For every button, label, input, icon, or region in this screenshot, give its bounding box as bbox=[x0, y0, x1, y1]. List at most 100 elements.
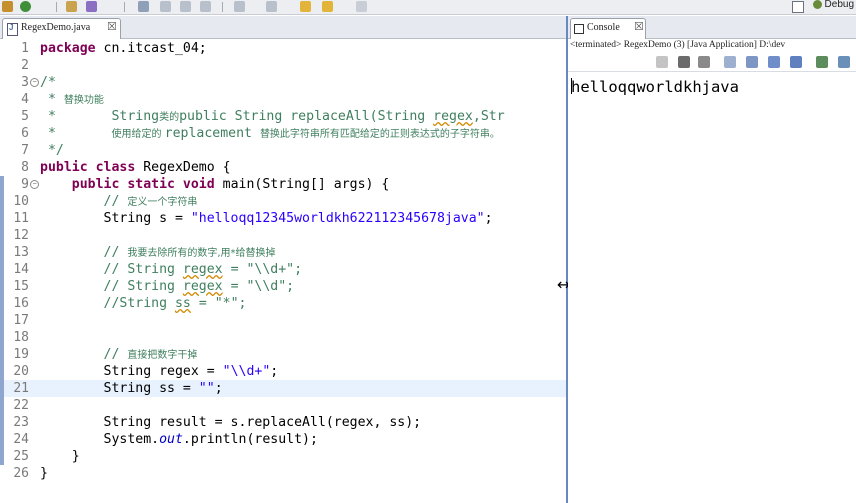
code-line[interactable]: 20 String regex = "\\d+"; bbox=[0, 363, 566, 380]
run-toolbar-icon[interactable] bbox=[20, 1, 31, 12]
code-text: */ bbox=[40, 142, 64, 159]
previous-annotation-icon[interactable] bbox=[266, 1, 277, 12]
code-token: regex bbox=[182, 279, 223, 294]
code-text: String result = s.replaceAll(regex, ss); bbox=[40, 414, 422, 431]
code-token: ,Str bbox=[472, 109, 505, 124]
perspective-grid-icon[interactable] bbox=[792, 1, 804, 13]
code-line[interactable]: 4 * 替换功能 bbox=[0, 91, 566, 108]
tab-console[interactable]: Console ☒ bbox=[570, 18, 646, 39]
code-text: String s = "helloqq12345worldkh622112345… bbox=[40, 210, 493, 227]
code-line[interactable]: 8 public class RegexDemo { bbox=[0, 159, 566, 176]
new-java-project-icon[interactable] bbox=[66, 1, 77, 12]
close-icon[interactable]: ☒ bbox=[634, 20, 644, 33]
code-line[interactable]: 11 String s = "helloqq12345worldkh622112… bbox=[0, 210, 566, 227]
code-token: RegexDemo { bbox=[135, 160, 231, 175]
remove-all-terminated-icon[interactable] bbox=[698, 56, 710, 68]
code-line[interactable]: 24 System.out.println(result); bbox=[0, 431, 566, 448]
code-text: // 我要去除所有的数字,用*给替换掉 bbox=[40, 244, 276, 262]
code-line[interactable]: 7 */ bbox=[0, 142, 566, 159]
code-line[interactable]: 14 // String regex = "\\d+"; bbox=[0, 261, 566, 278]
code-line[interactable]: 12 bbox=[0, 227, 566, 244]
code-line[interactable]: 6 * 使用给定的 replacement 替换此字符串所有匹配给定的正则表达式… bbox=[0, 125, 566, 142]
clear-console-icon[interactable] bbox=[724, 56, 736, 68]
close-icon[interactable]: ☒ bbox=[107, 20, 117, 33]
display-console-icon[interactable] bbox=[838, 56, 850, 68]
open-console-icon[interactable] bbox=[816, 56, 828, 68]
code-token: regex bbox=[433, 109, 473, 124]
code-token: public static void bbox=[71, 177, 215, 192]
code-token: // String bbox=[40, 262, 183, 277]
code-token: = "\\d+"; bbox=[222, 262, 303, 277]
forward-arrow-icon[interactable] bbox=[322, 1, 333, 12]
line-number: 13 bbox=[13, 245, 29, 260]
console-output[interactable]: helloqqworldkhjava bbox=[571, 78, 739, 96]
java-editor: RegexDemo.java ☒ 1 package cn.itcast_04; 2… bbox=[0, 16, 566, 503]
tab-regexdemo-java[interactable]: RegexDemo.java ☒ bbox=[2, 18, 121, 39]
code-line[interactable]: 18 bbox=[0, 329, 566, 346]
line-number: 8 bbox=[21, 160, 29, 175]
open-type-icon[interactable] bbox=[160, 1, 171, 12]
line-number: 23 bbox=[13, 415, 29, 430]
code-token: 类的 bbox=[159, 112, 180, 123]
pin-console-icon[interactable] bbox=[790, 56, 802, 68]
line-number: 6 bbox=[21, 126, 29, 141]
navigate-icon[interactable] bbox=[356, 1, 367, 12]
line-number: 24 bbox=[13, 432, 29, 447]
back-arrow-icon[interactable] bbox=[300, 1, 311, 12]
line-number: 16 bbox=[13, 296, 29, 311]
code-text: /* bbox=[40, 74, 56, 91]
code-line[interactable]: 25 } bbox=[0, 448, 566, 465]
code-text: // 直接把数字干掉 bbox=[40, 346, 198, 364]
code-area[interactable]: 1 package cn.itcast_04; 2 3−/* 4 * 替换功能 5 * S… bbox=[0, 40, 566, 503]
code-line[interactable]: 1 package cn.itcast_04; bbox=[0, 40, 566, 57]
code-line[interactable]: 9− public static void main(String[] args… bbox=[0, 176, 566, 193]
code-text: // 定义一个字符串 bbox=[40, 193, 198, 211]
code-line[interactable]: 19 // 直接把数字干掉 bbox=[0, 346, 566, 363]
code-text: String regex = "\\d+"; bbox=[40, 363, 279, 380]
line-number: 1 bbox=[21, 41, 29, 56]
code-line[interactable]: 21 String ss = ""; bbox=[0, 380, 566, 397]
scroll-lock-icon[interactable] bbox=[746, 56, 758, 68]
code-token: "\\d+" bbox=[222, 364, 271, 379]
next-annotation-icon[interactable] bbox=[234, 1, 245, 12]
code-token: = "*"; bbox=[190, 296, 247, 311]
code-token: String ss = bbox=[40, 381, 199, 396]
code-line[interactable]: 26} bbox=[0, 465, 566, 482]
line-number: 22 bbox=[13, 398, 29, 413]
code-line[interactable]: 23 String result = s.replaceAll(regex, s… bbox=[0, 414, 566, 431]
terminate-icon[interactable] bbox=[656, 56, 668, 68]
code-line[interactable]: 13 // 我要去除所有的数字,用*给替换掉 bbox=[0, 244, 566, 261]
open-resource-icon[interactable] bbox=[180, 1, 191, 12]
code-text: System.out.println(result); bbox=[40, 431, 318, 448]
code-text: String ss = ""; bbox=[40, 380, 223, 397]
code-text: * String类的public String replaceAll(Strin… bbox=[40, 108, 505, 126]
code-token: // bbox=[40, 245, 128, 260]
code-token: /* bbox=[40, 75, 56, 90]
code-text: * 使用给定的 replacement 替换此字符串所有匹配给定的正则表达式的子… bbox=[40, 125, 500, 143]
code-token: "" bbox=[198, 381, 215, 396]
code-line[interactable]: 17 bbox=[0, 312, 566, 329]
code-line[interactable]: 5 * String类的public String replaceAll(Str… bbox=[0, 108, 566, 125]
code-line[interactable]: 3−/* bbox=[0, 74, 566, 91]
show-on-output-icon[interactable] bbox=[768, 56, 780, 68]
remove-launch-icon[interactable] bbox=[678, 56, 690, 68]
code-line[interactable]: 2 bbox=[0, 57, 566, 74]
code-line[interactable]: 16 //String ss = "*"; bbox=[0, 295, 566, 312]
code-line[interactable]: 22 bbox=[0, 397, 566, 414]
main-toolbar: Debug bbox=[0, 0, 856, 15]
code-token: 我要去除所有的数字,用*给替换掉 bbox=[127, 248, 276, 259]
task-icon[interactable] bbox=[200, 1, 211, 12]
line-number: 20 bbox=[13, 364, 29, 379]
code-line[interactable]: 10 // 定义一个字符串 bbox=[0, 193, 566, 210]
new-class-icon[interactable] bbox=[86, 1, 97, 12]
code-text: } bbox=[40, 465, 48, 482]
search-toolbar-icon[interactable] bbox=[138, 1, 149, 12]
code-token: 定义一个字符串 bbox=[127, 197, 198, 208]
debug-perspective-button[interactable]: Debug bbox=[812, 0, 854, 10]
debug-toolbar-icon[interactable] bbox=[2, 1, 13, 12]
code-line[interactable]: 15 // String regex = "\\d"; bbox=[0, 278, 566, 295]
fold-toggle-icon[interactable]: − bbox=[30, 78, 39, 87]
code-token: // String bbox=[40, 279, 183, 294]
fold-toggle-icon[interactable]: − bbox=[30, 180, 39, 189]
line-number: 5 bbox=[21, 109, 29, 124]
